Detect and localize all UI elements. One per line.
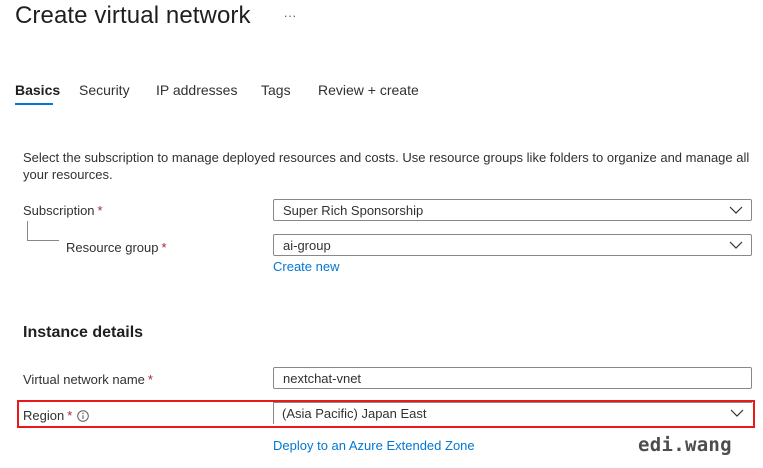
subscription-label: Subscription * bbox=[23, 203, 103, 218]
required-asterisk: * bbox=[147, 372, 153, 387]
region-value: (Asia Pacific) Japan East bbox=[282, 406, 427, 421]
resource-group-value: ai-group bbox=[283, 238, 331, 253]
tab-tags[interactable]: Tags bbox=[261, 82, 291, 98]
info-icon[interactable] bbox=[77, 410, 90, 422]
resource-group-dropdown[interactable]: ai-group bbox=[273, 234, 752, 256]
tab-basics[interactable]: Basics bbox=[15, 82, 60, 98]
deploy-extended-zone-link[interactable]: Deploy to an Azure Extended Zone bbox=[273, 438, 475, 453]
section-description: Select the subscription to manage deploy… bbox=[23, 150, 750, 182]
required-asterisk: * bbox=[97, 203, 103, 218]
tree-connector-vertical bbox=[27, 221, 28, 241]
subscription-label-text: Subscription bbox=[23, 203, 95, 218]
more-ellipsis-icon[interactable]: ··· bbox=[282, 8, 298, 24]
tree-connector-horizontal bbox=[27, 240, 59, 241]
chevron-down-icon bbox=[729, 241, 743, 249]
instance-details-heading: Instance details bbox=[23, 324, 144, 341]
watermark: edi.wang bbox=[638, 434, 732, 456]
resource-group-label: Resource group * bbox=[66, 240, 167, 255]
vnet-name-input[interactable]: nextchat-vnet bbox=[273, 367, 752, 389]
region-dropdown-top-border bbox=[273, 402, 752, 403]
vnet-name-label-text: Virtual network name bbox=[23, 372, 145, 387]
required-asterisk: * bbox=[161, 240, 167, 255]
required-asterisk: * bbox=[67, 408, 73, 423]
subscription-dropdown[interactable]: Super Rich Sponsorship bbox=[273, 199, 752, 221]
vnet-name-value: nextchat-vnet bbox=[283, 371, 362, 386]
tab-security[interactable]: Security bbox=[79, 82, 130, 98]
active-tab-indicator bbox=[15, 103, 53, 105]
subscription-value: Super Rich Sponsorship bbox=[283, 203, 424, 218]
tab-ip-addresses[interactable]: IP addresses bbox=[156, 82, 237, 98]
chevron-down-icon bbox=[729, 206, 743, 214]
page-title: Create virtual network bbox=[15, 2, 251, 29]
create-new-resource-group-link[interactable]: Create new bbox=[273, 259, 339, 274]
vnet-name-label: Virtual network name * bbox=[23, 372, 153, 387]
region-label: Region * bbox=[23, 408, 90, 423]
region-dropdown[interactable]: (Asia Pacific) Japan East bbox=[273, 403, 752, 425]
tab-review-create[interactable]: Review + create bbox=[318, 82, 419, 98]
chevron-down-icon bbox=[730, 409, 744, 417]
region-dropdown-left-border bbox=[273, 402, 274, 424]
region-label-text: Region bbox=[23, 408, 65, 423]
resource-group-label-text: Resource group bbox=[66, 240, 159, 255]
